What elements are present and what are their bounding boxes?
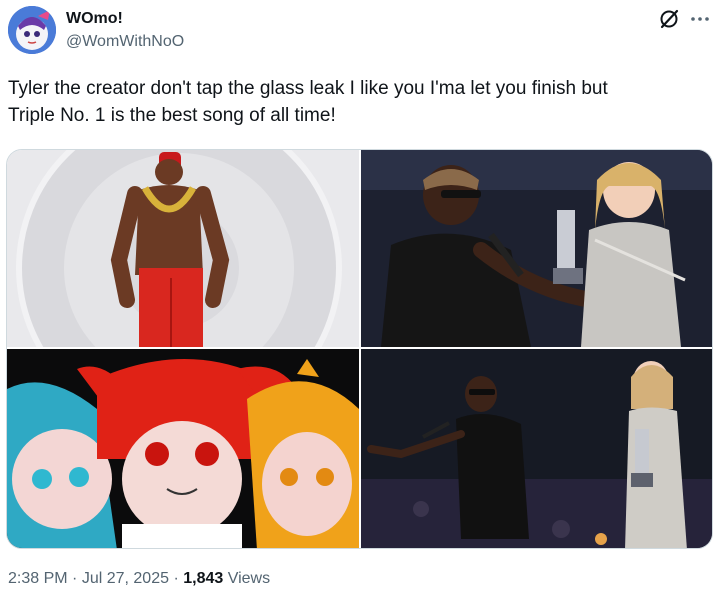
tweet-meta: 2:38 PM · Jul 27, 2025 · 1,843 Views (8, 570, 270, 588)
tweet-date[interactable]: Jul 27, 2025 (82, 570, 169, 587)
shirtless-man-photo-icon (7, 150, 359, 347)
views-label: Views (223, 570, 271, 587)
stage-pointing-photo-icon (361, 349, 712, 548)
display-name[interactable]: WOmo! (66, 10, 123, 28)
tweet-text: Tyler the creator don't tap the glass le… (8, 78, 608, 126)
tweet-time[interactable]: 2:38 PM (8, 570, 68, 587)
stage-mic-photo-icon (361, 150, 712, 347)
user-handle[interactable]: @WomWithNoO (66, 33, 184, 51)
media-photo-2[interactable] (361, 150, 712, 347)
tweet-header: WOmo! @WomWithNoO (0, 0, 716, 70)
anime-avatar-icon (8, 6, 56, 54)
media-photo-1[interactable] (7, 150, 359, 347)
views-count: 1,843 (183, 570, 224, 587)
media-photo-4[interactable] (361, 349, 712, 548)
media-grid (6, 149, 713, 549)
more-dots-icon[interactable] (689, 8, 711, 30)
grok-icon[interactable] (658, 8, 680, 30)
media-photo-3[interactable] (7, 349, 359, 548)
user-avatar[interactable] (8, 6, 56, 54)
meta-separator: · (169, 570, 184, 587)
meta-separator: · (67, 570, 82, 587)
anime-characters-icon (7, 349, 359, 548)
